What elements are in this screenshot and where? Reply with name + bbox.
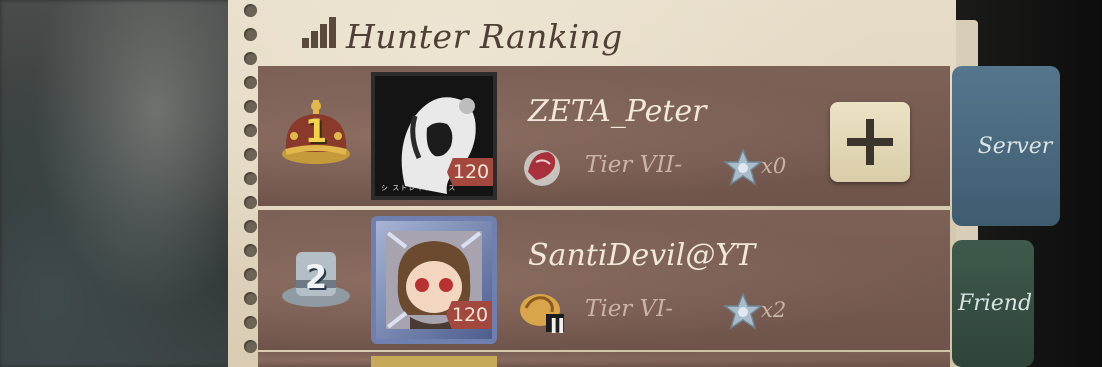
red-dragon-tier-icon — [524, 150, 560, 186]
ranking-row[interactable]: 1 シ ストレイドッグス 120 ZETA_Peter Tier VII- x0 — [258, 66, 950, 206]
level-badge: 120 — [446, 301, 492, 329]
frame-caption: シ ストレイドッグス — [381, 184, 457, 192]
add-friend-button[interactable] — [830, 102, 910, 182]
tier-label: Tier VI- — [585, 296, 674, 322]
tab-friend-label: Friend — [957, 291, 1033, 316]
background-scene — [0, 0, 260, 367]
ranking-row[interactable]: 2 120 SantiDevil@YT II Tier VI- x2 — [258, 210, 950, 350]
tab-server-label: Server — [977, 133, 1053, 159]
star-medal-icon — [723, 292, 763, 330]
player-name: ZETA_Peter — [528, 94, 707, 129]
rank-number: 2 — [304, 258, 328, 296]
avatar[interactable]: 120 — [371, 216, 497, 344]
tier-label: Tier VII- — [585, 152, 683, 178]
ranking-bars-icon — [300, 17, 336, 54]
avatar[interactable]: シ ストレイドッグス 120 — [371, 72, 497, 200]
binder-holes — [244, 0, 258, 367]
avatar[interactable] — [371, 356, 497, 367]
star-count: x0 — [761, 154, 787, 178]
panel-header: Hunter Ranking — [300, 14, 623, 58]
tab-server[interactable]: Server — [952, 66, 1060, 226]
rank-number: 1 — [304, 112, 328, 150]
star-count: x2 — [761, 298, 787, 322]
star-medal-icon — [723, 148, 763, 186]
player-name: SantiDevil@YT — [528, 238, 756, 273]
ranking-row[interactable] — [258, 352, 950, 367]
level-badge: 120 — [447, 158, 493, 186]
tier-sub-numeral: II — [550, 314, 565, 338]
page-title: Hunter Ranking — [346, 16, 623, 56]
tab-friend[interactable]: Friend — [952, 240, 1034, 367]
